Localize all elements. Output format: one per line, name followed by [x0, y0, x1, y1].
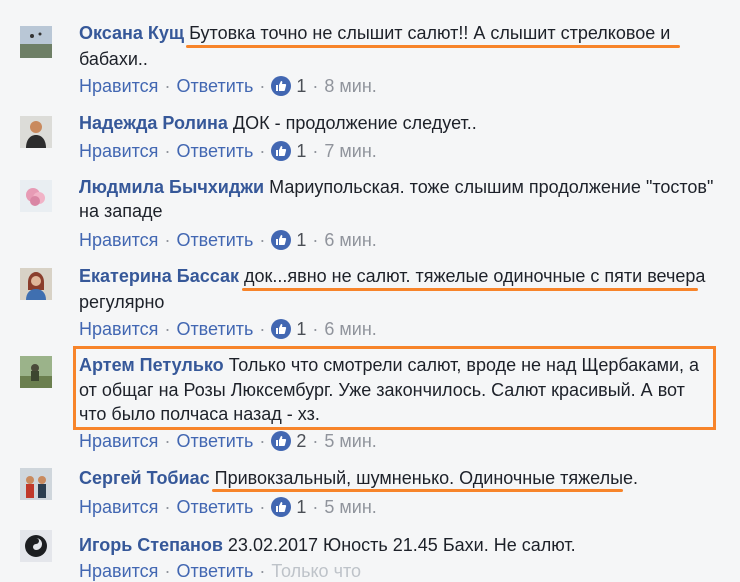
comment-author[interactable]: Артем Петулько — [79, 355, 224, 375]
comment-author[interactable]: Людмила Бычхиджи — [79, 177, 264, 197]
highlight-underline — [212, 489, 623, 492]
like-button[interactable]: Нравится — [79, 430, 158, 452]
comment-text: Игорь Степанов 23.02.2017 Юность 21.45 Б… — [79, 535, 576, 555]
timestamp[interactable]: 6 мин. — [324, 229, 376, 251]
timestamp[interactable]: 7 мин. — [324, 140, 376, 162]
thumbs-up-icon[interactable] — [271, 230, 292, 250]
thumbs-up-icon[interactable] — [271, 141, 292, 161]
highlight-underline — [242, 288, 698, 291]
reply-button[interactable]: Ответить — [176, 560, 253, 582]
timestamp[interactable]: 8 мин. — [324, 75, 376, 97]
comment-author[interactable]: Игорь Степанов — [79, 535, 223, 555]
comment-author[interactable]: Оксана Кущ — [79, 23, 184, 43]
avatar[interactable] — [20, 116, 52, 148]
comment-actions: Нравится · Ответить · 1 · 8 мин. — [79, 75, 377, 97]
like-count[interactable]: 1 — [296, 496, 306, 518]
comment-actions: Нравится · Ответить · 1 · 7 мин. — [79, 140, 377, 162]
comment-author[interactable]: Екатерина Бассак — [79, 266, 239, 286]
like-count[interactable]: 1 — [296, 75, 306, 97]
like-count[interactable]: 1 — [296, 318, 306, 340]
comment-text: Людмила Бычхиджи Мариупольская. тоже слы… — [79, 177, 714, 197]
comment-text-continued: что было полчаса назад - хз. — [79, 404, 320, 424]
like-count[interactable]: 2 — [296, 430, 306, 452]
timestamp[interactable]: 6 мин. — [324, 318, 376, 340]
comment-actions: Нравится · Ответить · Только что — [79, 560, 361, 582]
comment-text-continued: от общаг на Розы Люксембург. Уже закончи… — [79, 380, 685, 400]
comment-text: Сергей Тобиас Привокзальный, шумненько. … — [79, 468, 639, 488]
reply-button[interactable]: Ответить — [176, 430, 253, 452]
timestamp[interactable]: 5 мин. — [324, 430, 376, 452]
reply-button[interactable]: Ответить — [176, 140, 253, 162]
like-button[interactable]: Нравится — [79, 560, 158, 582]
like-button[interactable]: Нравится — [79, 140, 158, 162]
comment-text: Оксана Кущ Бутовка точно не слышит салют… — [79, 23, 671, 43]
comment-author[interactable]: Сергей Тобиас — [79, 468, 210, 488]
avatar[interactable] — [20, 26, 52, 58]
like-button[interactable]: Нравится — [79, 75, 158, 97]
thumbs-up-icon[interactable] — [271, 319, 292, 339]
avatar[interactable] — [20, 356, 52, 388]
comment-actions: Нравится · Ответить · 2 · 5 мин. — [79, 430, 377, 452]
like-count[interactable]: 1 — [296, 229, 306, 251]
avatar[interactable] — [20, 468, 52, 500]
reply-button[interactable]: Ответить — [176, 496, 253, 518]
like-count[interactable]: 1 — [296, 140, 306, 162]
comment-text-continued: на западе — [79, 201, 163, 221]
avatar[interactable] — [20, 180, 52, 212]
comment-actions: Нравится · Ответить · 1 · 6 мин. — [79, 318, 377, 340]
comment-text: Надежда Ролина ДОК - продолжение следует… — [79, 113, 477, 133]
like-button[interactable]: Нравится — [79, 318, 158, 340]
timestamp[interactable]: 5 мин. — [324, 496, 376, 518]
comment-text: Екатерина Бассак док...явно не салют. тя… — [79, 266, 706, 286]
avatar[interactable] — [20, 268, 52, 300]
thumbs-up-icon[interactable] — [271, 76, 292, 96]
reply-button[interactable]: Ответить — [176, 229, 253, 251]
comment-text-continued: регулярно — [79, 292, 165, 312]
reply-button[interactable]: Ответить — [176, 75, 253, 97]
timestamp[interactable]: Только что — [271, 560, 361, 582]
comment-text-continued: бабахи.. — [79, 49, 148, 69]
comment-author[interactable]: Надежда Ролина — [79, 113, 228, 133]
thumbs-up-icon[interactable] — [271, 431, 292, 451]
comment-actions: Нравится · Ответить · 1 · 5 мин. — [79, 496, 377, 518]
reply-button[interactable]: Ответить — [176, 318, 253, 340]
like-button[interactable]: Нравится — [79, 496, 158, 518]
highlight-underline — [186, 45, 680, 48]
like-button[interactable]: Нравится — [79, 229, 158, 251]
avatar[interactable] — [20, 530, 52, 562]
thumbs-up-icon[interactable] — [271, 497, 292, 517]
comment-actions: Нравится · Ответить · 1 · 6 мин. — [79, 229, 377, 251]
comment-text: Артем Петулько Только что смотрели салют… — [79, 355, 700, 375]
